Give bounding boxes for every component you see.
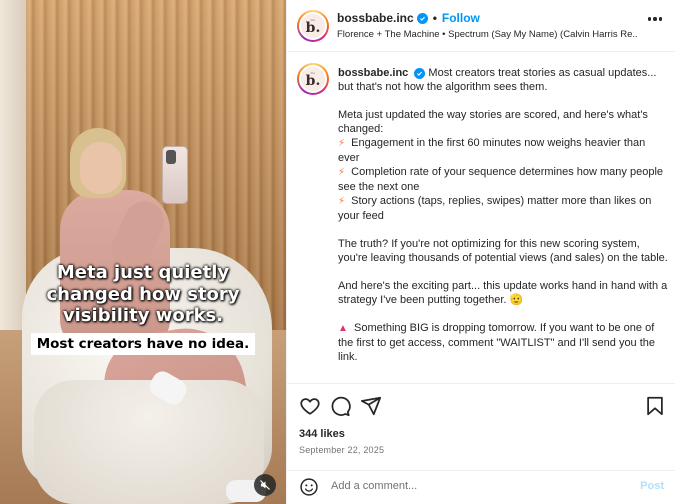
username-link[interactable]: bossbabe.inc <box>337 11 414 25</box>
emoji-icon[interactable] <box>299 477 319 497</box>
avatar[interactable]: the b. <box>297 10 329 42</box>
share-send-icon[interactable] <box>360 395 382 417</box>
comment-icon[interactable] <box>329 395 351 417</box>
fire-icon: ⚡ <box>338 167 346 178</box>
verified-badge-icon <box>416 12 428 24</box>
post-comment-button[interactable]: Post <box>640 480 664 492</box>
caption-paragraph: And here's the exciting part... this upd… <box>338 280 668 306</box>
mute-button[interactable] <box>254 474 276 496</box>
comment-bar: Add a comment... Post <box>287 470 675 504</box>
post-actions: 344 likes September 22, 2025 Add a comme… <box>287 383 675 503</box>
overlay-subtitle: Most creators have no idea. <box>30 332 256 355</box>
phone <box>162 146 188 204</box>
overlay-line-3: visibility works. <box>62 305 224 326</box>
caption-bullet-3: Story actions (taps, replies, swipes) ma… <box>338 195 652 222</box>
more-options-icon[interactable] <box>647 17 662 21</box>
verified-badge-icon <box>414 68 426 79</box>
bookmark-icon[interactable] <box>644 395 666 417</box>
caption-avatar[interactable]: the b. <box>297 63 329 95</box>
caption-paragraph: Something BIG is dropping tomorrow. If y… <box>338 322 656 363</box>
video-overlay-text: Meta just quietly changed how story visi… <box>0 262 286 355</box>
speaker-muted-icon <box>260 480 270 490</box>
like-count[interactable]: 344 likes <box>299 428 345 440</box>
caption-paragraph: The truth? If you're not optimizing for … <box>338 238 668 264</box>
post-date: September 22, 2025 <box>299 445 385 455</box>
overlay-line-1: Meta just quietly <box>56 262 230 283</box>
party-popper-icon: ▲ <box>338 323 348 334</box>
fire-icon: ⚡ <box>338 138 346 149</box>
caption-bullet-1: Engagement in the first 60 minutes now w… <box>338 137 646 164</box>
post-media[interactable]: Meta just quietly changed how story visi… <box>0 0 286 504</box>
post-header: the b. bossbabe.inc • Follow Florence + … <box>287 0 675 52</box>
post-caption: bossbabe.inc Most creators treat stories… <box>338 66 668 378</box>
follow-button[interactable]: Follow <box>442 11 480 25</box>
caption-bullet-2: Completion rate of your sequence determi… <box>338 166 664 193</box>
overlay-line-2: changed how story <box>46 283 240 305</box>
comment-input[interactable]: Add a comment... <box>331 480 417 492</box>
fire-icon: ⚡ <box>338 196 346 207</box>
caption-paragraph: Meta just updated the way stories are sc… <box>338 109 648 135</box>
caption-area: the b. bossbabe.inc Most creators treat … <box>287 53 675 383</box>
audio-link[interactable]: Florence + The Machine • Spectrum (Say M… <box>337 29 637 40</box>
person-face <box>80 142 122 194</box>
like-heart-icon[interactable] <box>299 395 321 417</box>
caption-username[interactable]: bossbabe.inc <box>338 67 408 79</box>
post-details-panel: the b. bossbabe.inc • Follow Florence + … <box>286 0 675 504</box>
